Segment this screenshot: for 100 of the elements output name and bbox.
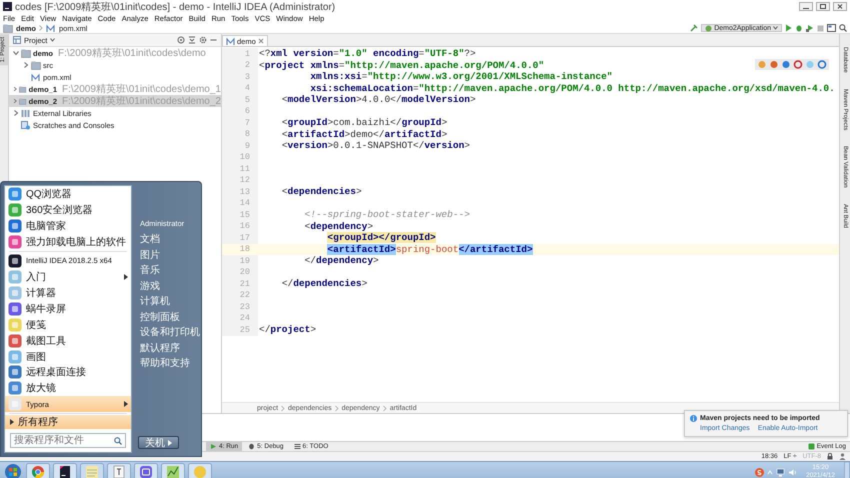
- code-line: <groupId>com.baizhi</groupId>: [280, 117, 448, 128]
- program-item[interactable]: 放大镜: [5, 380, 131, 396]
- place-link[interactable]: 音乐: [138, 262, 200, 278]
- program-icon: [8, 365, 22, 380]
- code-line: <project xmlns="http://maven.apache.org/POM/4.0.0": [258, 60, 544, 71]
- line-number: 7: [222, 117, 258, 128]
- line-number: 20: [222, 266, 258, 278]
- arrow-right-icon: [168, 440, 172, 446]
- module-path: F:\2009精英班\01init\codes\demo: [58, 46, 206, 60]
- line-number: 12: [222, 174, 258, 186]
- line-number: 10: [222, 152, 258, 163]
- chevron-icon: [382, 404, 387, 412]
- line-number: 24: [222, 312, 258, 324]
- build-icon[interactable]: [690, 24, 698, 32]
- line-number: 4: [222, 82, 258, 94]
- program-item[interactable]: 便笺: [5, 316, 131, 333]
- place-link[interactable]: 默认程序: [138, 340, 200, 356]
- maximize-icon[interactable]: [816, 2, 830, 11]
- inspector-icon[interactable]: [839, 453, 846, 460]
- maven-file-icon: [31, 72, 41, 82]
- chevron-icon: [334, 404, 339, 412]
- program-icon: [8, 318, 22, 332]
- code-line: <artifactId>spring-boot</artifactId>: [326, 244, 533, 255]
- start-orb-icon[interactable]: [3, 463, 23, 478]
- spring-icon: [705, 24, 712, 32]
- line-number: 13: [222, 186, 258, 198]
- program-item[interactable]: 蜗牛录屏: [5, 300, 131, 317]
- library-icon: [21, 108, 31, 118]
- line-number: 17: [222, 232, 258, 244]
- project-view-icon: [13, 36, 21, 44]
- caret-icon: [773, 26, 778, 30]
- program-item[interactable]: 强力卸载电脑上的软件: [5, 234, 131, 250]
- line-number: 14: [222, 198, 258, 209]
- close-icon[interactable]: [833, 2, 847, 11]
- code-line: <version>0.0.1-SNAPSHOT</version>: [280, 140, 470, 152]
- input-method-icon[interactable]: [755, 468, 764, 476]
- program-icon: [8, 218, 22, 233]
- all-programs-button[interactable]: 所有程序: [5, 415, 131, 430]
- module-folder-icon: [19, 84, 27, 94]
- program-icon: [8, 234, 22, 249]
- place-link[interactable]: 计算机: [138, 294, 200, 309]
- run-icon[interactable]: [785, 24, 792, 32]
- place-link[interactable]: 文档: [138, 232, 200, 247]
- shutdown-button[interactable]: 关机: [138, 436, 179, 449]
- code-line: <modelVersion>4.0.0</modelVersion>: [280, 94, 476, 106]
- window-title: codes [F:\2009精英班\01init\codes] - demo - IntelliJ IDEA (Administrator): [15, 0, 336, 14]
- place-link[interactable]: 图片: [138, 247, 200, 262]
- code-line: xsi:schemaLocation="http://maven.apache.org/POM/4.0.0 http://maven.apache.org/xsd/maven-4.0.: [309, 82, 835, 94]
- document-icon[interactable]: [107, 463, 131, 478]
- place-link[interactable]: 设备和打印机: [138, 324, 200, 340]
- settings-icon[interactable]: [199, 36, 207, 44]
- search-icon: [114, 436, 122, 445]
- code-line: <dependency>: [304, 220, 374, 232]
- program-icon: [8, 350, 22, 364]
- program-item[interactable]: 画图: [5, 348, 131, 364]
- arrow-right-icon: [10, 419, 14, 426]
- recorder-icon[interactable]: [134, 463, 158, 478]
- lock-icon[interactable]: [827, 453, 833, 460]
- line-number: 8: [222, 128, 258, 140]
- line-number: 15: [222, 209, 258, 220]
- program-item[interactable]: 远程桌面连接: [5, 364, 131, 380]
- program-item[interactable]: 截图工具: [5, 332, 131, 349]
- program-item[interactable]: QQ浏览器: [5, 186, 131, 202]
- program-item[interactable]: 入门: [5, 268, 131, 285]
- line-number: 5: [222, 94, 258, 106]
- minimize-icon[interactable]: [799, 2, 813, 11]
- project-structure-icon[interactable]: [827, 24, 836, 32]
- line-number: 23: [222, 301, 258, 312]
- collapse-all-icon[interactable]: [188, 36, 196, 44]
- coverage-icon[interactable]: [806, 24, 814, 32]
- line-number: 6: [222, 106, 258, 117]
- module-folder-icon: [21, 48, 31, 58]
- line-number: 19: [222, 255, 258, 266]
- code-line: <!--spring-boot-stater-web-->: [304, 209, 470, 220]
- debug-icon[interactable]: [795, 24, 803, 32]
- network-icon[interactable]: [776, 468, 786, 476]
- place-link[interactable]: 控制面板: [138, 309, 200, 324]
- search-icon[interactable]: [839, 24, 847, 32]
- caret-icon[interactable]: [50, 38, 56, 42]
- program-icon: [8, 302, 22, 316]
- chart-icon[interactable]: [161, 463, 185, 478]
- locate-icon[interactable]: [177, 36, 185, 44]
- line-number: 1: [222, 48, 258, 60]
- line-number: 25: [222, 324, 258, 336]
- line-number: 21: [222, 278, 258, 290]
- line-number: 22: [222, 290, 258, 301]
- program-item[interactable]: 360安全浏览器: [5, 202, 131, 218]
- program-item[interactable]: 电脑管家: [5, 218, 131, 234]
- program-icon: [8, 270, 22, 284]
- module-path: F:\2009精英班\01init\codes\demo_2: [62, 94, 221, 108]
- program-item[interactable]: 计算器: [5, 284, 131, 301]
- ide-app-icon[interactable]: [53, 463, 77, 478]
- maven-file-icon: [46, 24, 56, 32]
- code-line: </dependency>: [304, 255, 379, 266]
- line-number: 16: [222, 220, 258, 232]
- program-icon: [8, 254, 22, 268]
- module-path: F:\2009精英班\01init\codes\demo_1: [62, 82, 221, 96]
- program-icon: [8, 286, 22, 300]
- place-link[interactable]: 帮助和支持: [138, 356, 200, 371]
- place-link[interactable]: 游戏: [138, 278, 200, 294]
